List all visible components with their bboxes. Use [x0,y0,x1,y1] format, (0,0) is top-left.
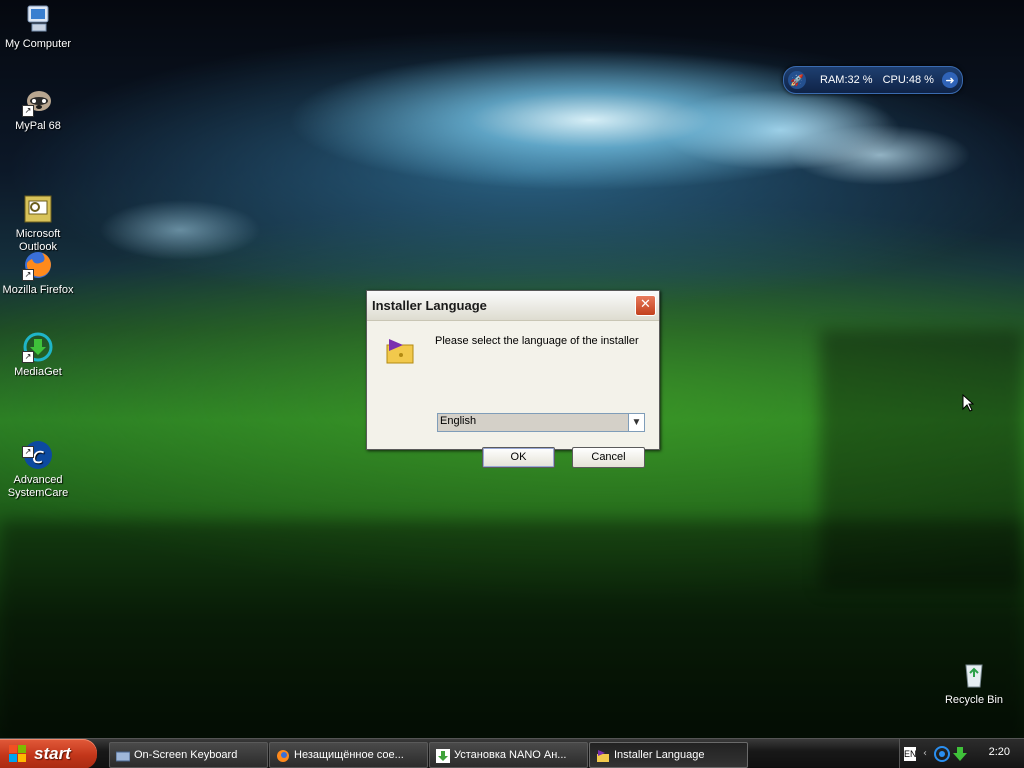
desktop-icon-advanced-systemcare[interactable]: c ↗ Advanced SystemCare [0,413,76,513]
shortcut-arrow-icon: ↗ [22,269,34,281]
start-button[interactable]: start [0,739,97,768]
taskbar: start On-Screen Keyboard Незащищённое со… [0,738,1024,768]
mediaget-tray-icon[interactable] [952,746,968,765]
desktop-icon-label: My Computer [4,38,72,50]
dialog-message: Please select the language of the instal… [435,335,639,347]
task-nano-installer[interactable]: Установка NANO Ан... [429,742,588,768]
outlook-icon [22,180,54,223]
mediaget-icon: ↗ [22,331,54,363]
grass-shadow-right [820,330,1024,590]
system-tray: EN ‹ 2:20 [899,739,1024,768]
installer-language-dialog: Installer Language ✕ Please select the l… [366,290,660,468]
arrow-right-icon[interactable]: ➜ [942,72,958,88]
shortcut-arrow-icon: ↗ [22,351,34,363]
desktop-icon-mediaget[interactable]: ↗ MediaGet [0,331,76,379]
recycle-bin-icon [958,659,990,691]
task-on-screen-keyboard[interactable]: On-Screen Keyboard [109,742,268,768]
ram-usage: RAM:32 % [820,74,873,86]
windows-flag-icon [9,745,26,762]
close-button[interactable]: ✕ [635,295,656,316]
desktop-icon-label: Mozilla Firefox [2,284,74,296]
download-icon [436,748,450,763]
ok-button[interactable]: OK [482,447,555,468]
task-installer-language[interactable]: Installer Language [589,742,748,768]
cancel-button[interactable]: Cancel [572,447,645,468]
advanced-systemcare-tray-icon[interactable] [934,746,950,765]
cpu-usage: CPU:48 % [882,74,934,86]
language-select[interactable]: English ▼ [437,413,645,432]
dialog-titlebar[interactable]: Installer Language ✕ [367,291,659,321]
desktop-icon-firefox[interactable]: ↗ Mozilla Firefox [0,249,76,297]
firefox-icon: ↗ [22,249,54,281]
dialog-body: Please select the language of the instal… [367,321,659,468]
desktop-icon-mypal[interactable]: ↗ MyPal 68 [0,85,76,133]
language-select-value: English [440,415,477,427]
desktop-icon-recycle-bin[interactable]: Recycle Bin [936,659,1012,707]
start-label: start [34,744,71,763]
installer-icon [385,335,415,365]
chevron-left-icon[interactable]: ‹ [923,748,927,759]
desktop-icon-label: Recycle Bin [944,694,1004,706]
dialog-title: Installer Language [372,298,487,313]
task-firefox[interactable]: Незащищённое сое... [269,742,428,768]
task-label: Установка NANO Ан... [454,749,567,761]
clock[interactable]: 2:20 [989,746,1010,758]
desktop-icon-label: MyPal 68 [15,120,61,132]
task-label: Незащищённое сое... [294,749,404,761]
installer-icon [596,748,610,762]
firefox-icon [276,748,290,762]
computer-icon [22,3,54,35]
desktop-icon-my-computer[interactable]: My Computer [0,3,76,51]
language-indicator[interactable]: EN [904,747,917,761]
task-label: On-Screen Keyboard [134,749,238,761]
desktop-icon-label: Advanced SystemCare [7,474,69,499]
advanced-systemcare-icon: c ↗ [22,426,54,469]
rocket-icon: 🚀 [788,71,806,89]
shortcut-arrow-icon: ↗ [22,105,34,117]
system-monitor-gadget[interactable]: 🚀 RAM:32 % CPU:48 % ➜ [783,66,963,94]
mypal-raccoon-icon: ↗ [22,85,54,117]
task-label: Installer Language [614,749,705,761]
keyboard-icon [115,748,131,762]
shortcut-arrow-icon: ↗ [22,446,34,458]
mouse-cursor-icon [962,394,974,412]
chevron-down-icon[interactable]: ▼ [628,414,644,431]
desktop-icon-label: MediaGet [14,366,62,378]
